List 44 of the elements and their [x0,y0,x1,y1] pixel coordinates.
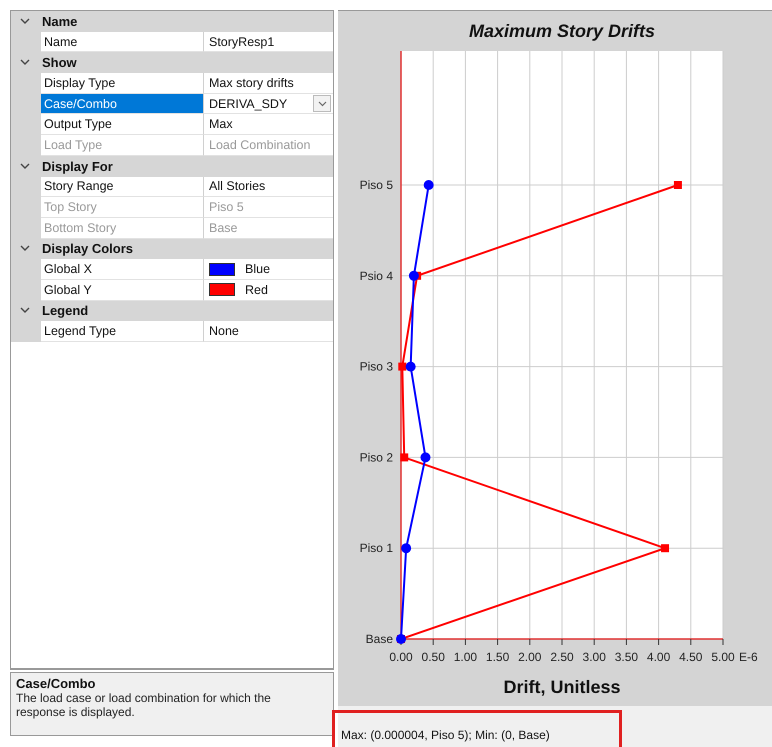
description-text: The load case or load combination for which the response is displayed. [16,691,272,720]
x-tick-label: 5.00 [711,650,735,664]
property-value: Load Combination [209,138,310,152]
x-tick-label: 4.00 [646,650,670,664]
x-tick-label: 0.50 [422,650,445,664]
x-tick-label: 3.00 [582,650,606,664]
x-tick-label: 3.50 [614,650,638,664]
x-tick-label: 0.00 [389,650,413,664]
category-label: Display For [42,158,113,174]
story-label: Piso 1 [360,541,393,556]
status-text: Max: (0.000004, Piso 5); Min: (0, Base) [332,710,622,747]
property-value: DERIVA_SDY [209,96,288,111]
story-label: Piso 2 [360,450,393,464]
property-value: None [209,324,239,338]
story-label: Base [366,632,393,646]
story-label: Psio 4 [360,268,393,283]
property-value: Max [209,117,233,132]
chart-title: Maximum Story Drifts [468,21,656,41]
description-title: Case/Combo [16,676,96,691]
property-value: Max story drifts [209,76,294,90]
x-tick-label: 4.50 [679,650,702,664]
story-label: Piso 5 [360,178,393,192]
x-tick-label: 2.50 [550,650,574,664]
property-value: StoryResp1 [209,34,274,49]
property-name[interactable]: Story Range [41,176,204,198]
property-value: Piso 5 [209,200,244,214]
scale-note: E-6 [739,650,758,664]
property-value: Base [209,220,238,235]
x-axis-title: Drift, Unitless [503,677,621,697]
story-label: Piso 3 [360,360,393,374]
property-name[interactable]: Global X [41,259,204,280]
x-tick-label: 1.50 [486,650,510,664]
category-label: Display Colors [42,241,134,256]
property-value: All Stories [209,179,266,194]
property-value: Blue [245,262,270,276]
category-label: Legend [42,303,88,318]
x-tick-label: 2.00 [518,650,542,664]
x-tick-label: 1.00 [454,650,478,664]
category-label: Show [42,55,77,70]
property-name[interactable]: Output Type [41,114,204,136]
property-value: Red [245,282,268,297]
property-name[interactable]: Case/Combo [41,94,204,114]
property-name[interactable]: Legend Type [41,321,204,342]
category-label: Name [42,14,78,29]
